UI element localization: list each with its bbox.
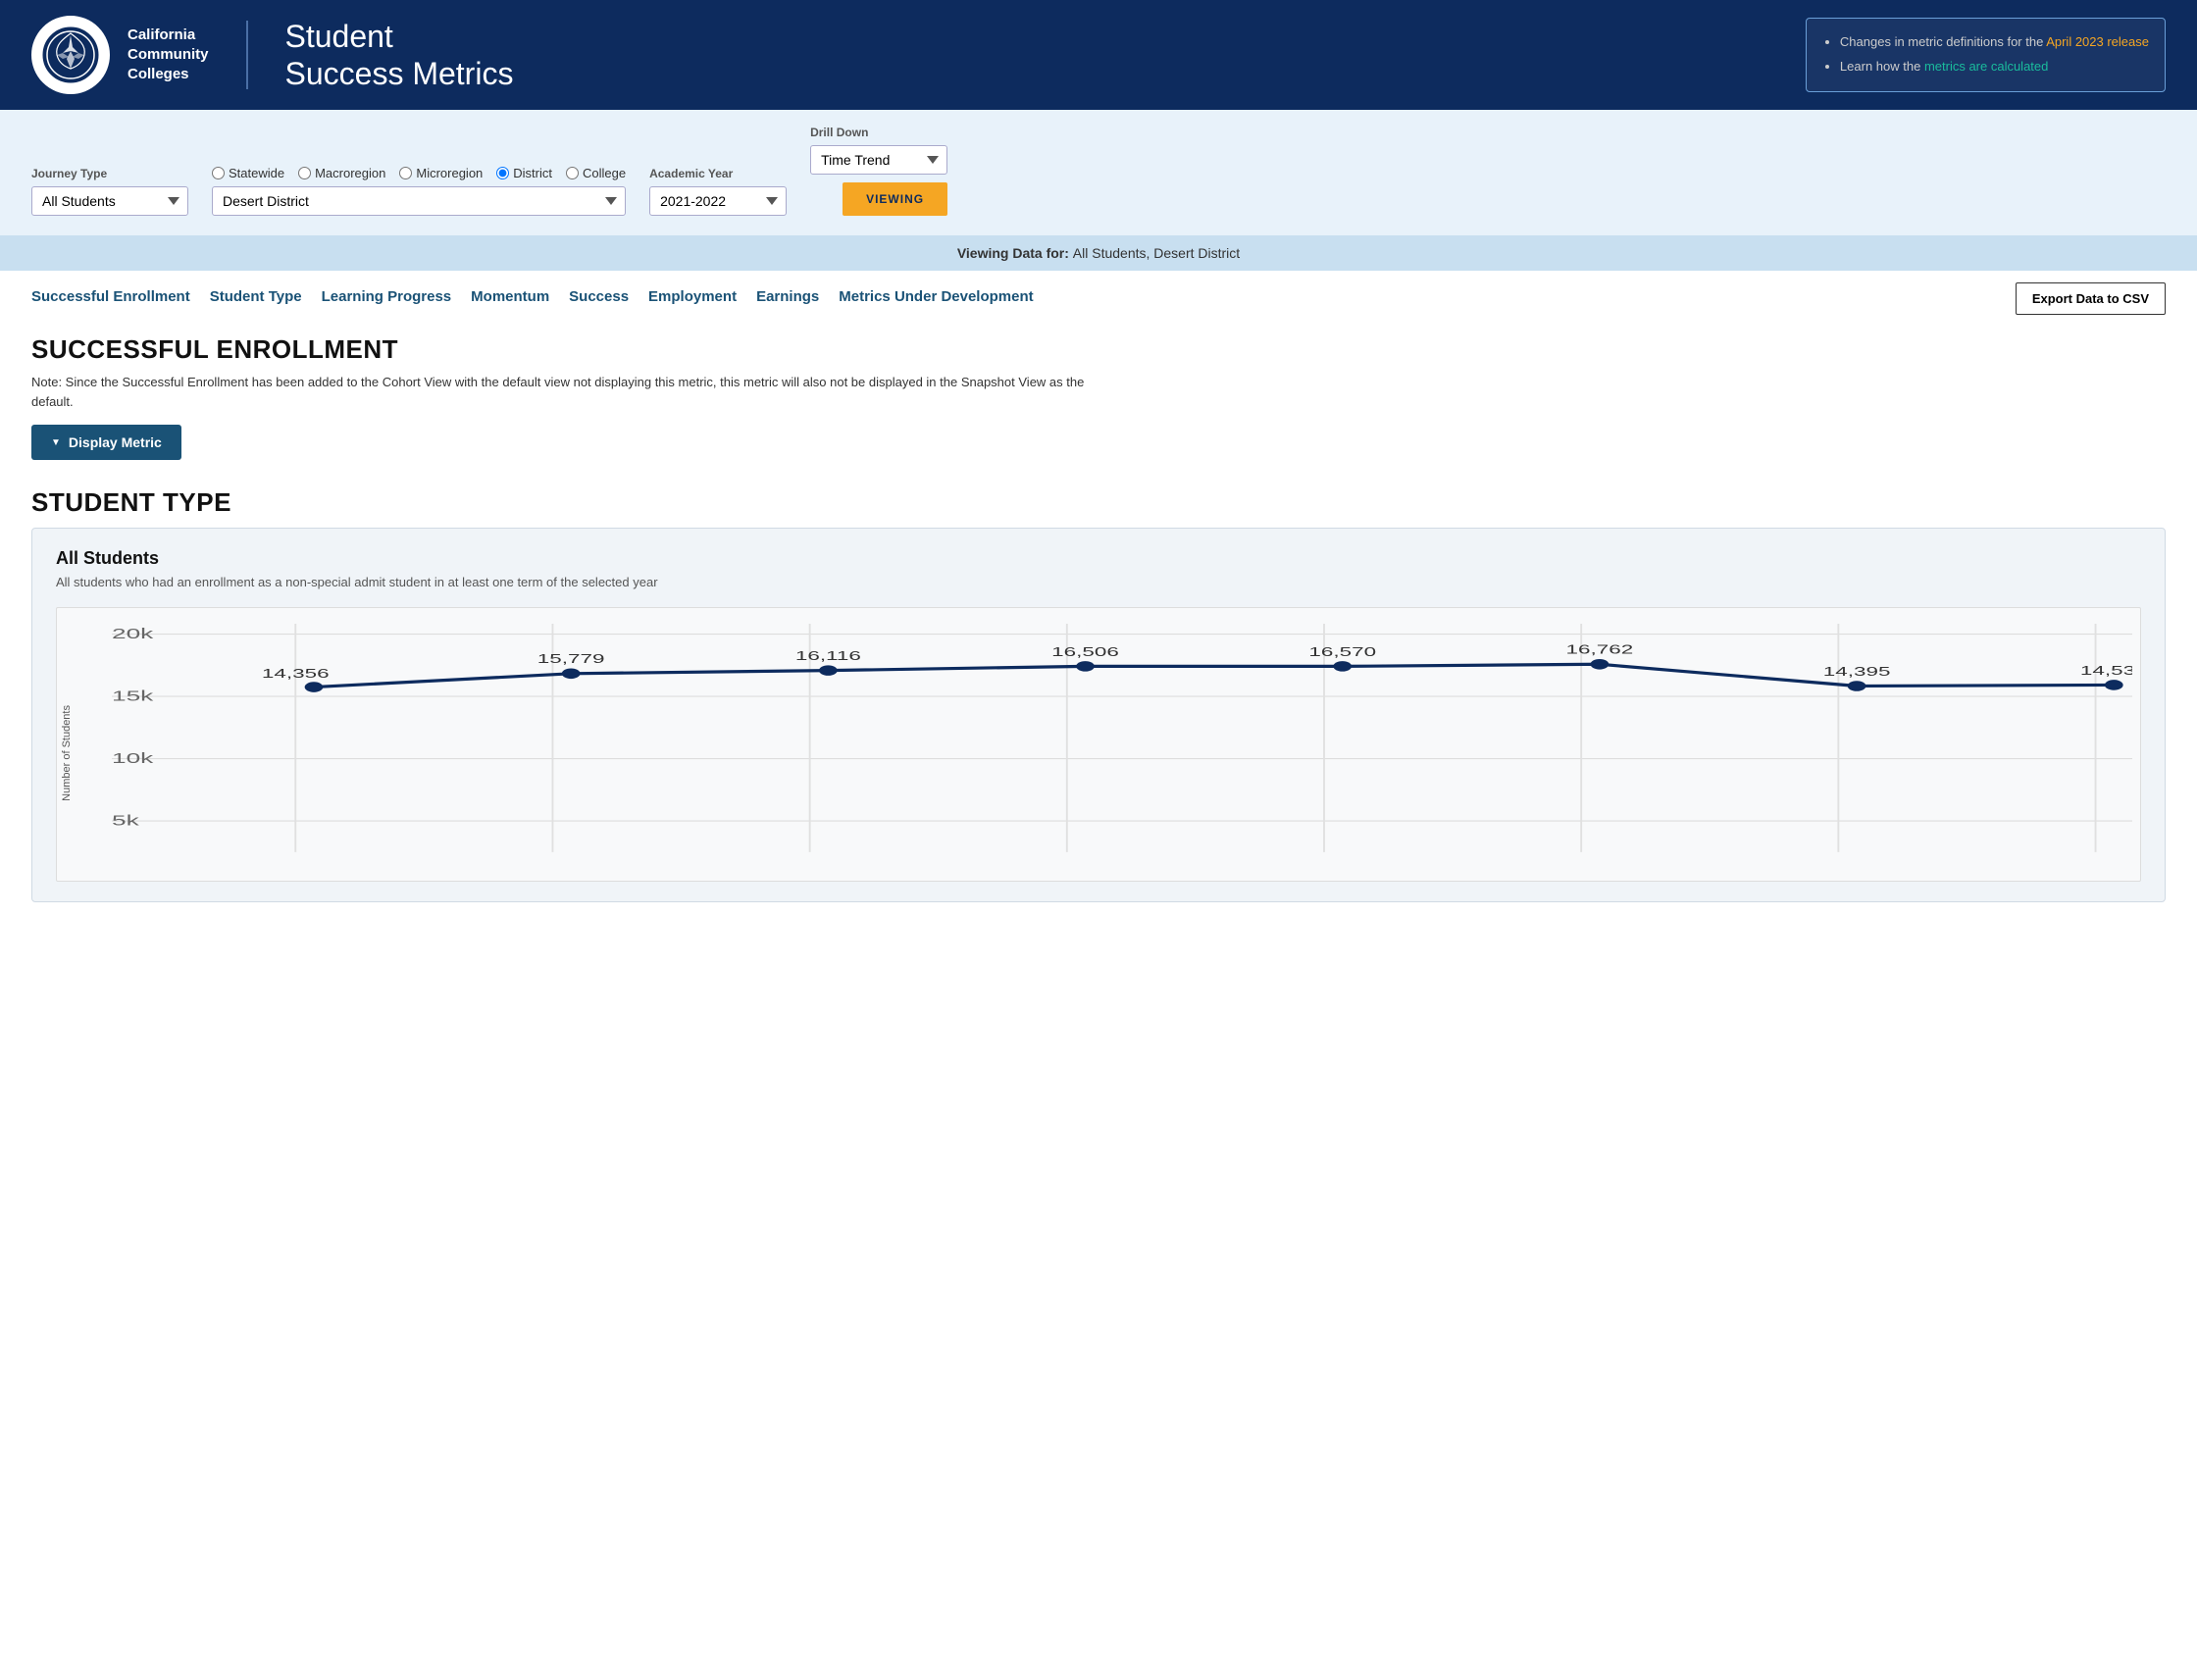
y-axis-label: Number of Students — [61, 705, 73, 801]
svg-text:20k: 20k — [112, 626, 154, 642]
display-metric-label: Display Metric — [69, 434, 162, 450]
logo — [31, 16, 110, 94]
header-notice: Changes in metric definitions for the Ap… — [1806, 18, 2166, 91]
data-point-1 — [562, 669, 581, 680]
tab-employment[interactable]: Employment — [648, 288, 737, 309]
site-title: Student Success Metrics — [285, 18, 514, 93]
april-release-link[interactable]: April 2023 release — [2046, 34, 2149, 49]
main-content: SUCCESSFUL ENROLLMENT Note: Since the Su… — [0, 315, 2197, 922]
scope-statewide-radio[interactable] — [212, 167, 225, 179]
drill-viewing-col: Drill Down Time Trend Equity Program VIE… — [810, 126, 947, 216]
data-point-0 — [305, 682, 324, 692]
scope-macroregion-label[interactable]: Macroregion — [298, 166, 385, 180]
scope-radio-group: Statewide Macroregion Microregion Distri… — [212, 166, 626, 180]
notice-line2: Learn how the metrics are calculated — [1840, 55, 2149, 79]
drill-down-select[interactable]: Time Trend Equity Program — [810, 145, 947, 175]
scope-college-label[interactable]: College — [566, 166, 626, 180]
tab-metrics-under-development[interactable]: Metrics Under Development — [839, 288, 1033, 309]
student-type-section: STUDENT TYPE All Students All students w… — [31, 487, 2166, 902]
academic-year-select[interactable]: 2021-2022 2020-2021 2019-2020 2018-2019 — [649, 186, 787, 216]
all-students-card: All Students All students who had an enr… — [31, 528, 2166, 902]
svg-text:16,506: 16,506 — [1051, 644, 1119, 659]
svg-text:16,116: 16,116 — [795, 648, 861, 663]
data-point-5 — [1591, 659, 1609, 670]
scope-district-label[interactable]: District — [496, 166, 552, 180]
scope-microregion-radio[interactable] — [399, 167, 412, 179]
svg-text:14,356: 14,356 — [262, 666, 330, 681]
scope-college-radio[interactable] — [566, 167, 579, 179]
student-type-title: STUDENT TYPE — [31, 487, 2166, 518]
svg-text:16,762: 16,762 — [1566, 642, 1634, 657]
tab-successful-enrollment[interactable]: Successful Enrollment — [31, 288, 190, 309]
chart-container: Number of Students 20k 15k 10k 5k — [56, 607, 2141, 882]
metrics-calculated-link[interactable]: metrics are calculated — [1924, 59, 2048, 74]
data-point-4 — [1333, 661, 1352, 672]
successful-enrollment-section: SUCCESSFUL ENROLLMENT Note: Since the Su… — [31, 334, 2166, 460]
scope-microregion-label[interactable]: Microregion — [399, 166, 483, 180]
export-csv-button[interactable]: Export Data to CSV — [2016, 282, 2166, 315]
viewing-bar: Viewing Data for: All Students, Desert D… — [0, 235, 2197, 271]
successful-enrollment-title: SUCCESSFUL ENROLLMENT — [31, 334, 2166, 365]
academic-year-group: Academic Year 2021-2022 2020-2021 2019-2… — [649, 167, 787, 216]
drill-down-group: Drill Down Time Trend Equity Program — [810, 126, 947, 175]
data-point-7 — [2105, 680, 2123, 690]
tab-learning-progress[interactable]: Learning Progress — [322, 288, 452, 309]
successful-enrollment-note: Note: Since the Successful Enrollment ha… — [31, 373, 1110, 411]
org-name: California Community Colleges — [128, 25, 209, 85]
chevron-down-icon: ▼ — [51, 437, 61, 448]
ccc-logo-icon — [41, 25, 100, 84]
viewing-button[interactable]: VIEWING — [843, 182, 947, 216]
tab-student-type[interactable]: Student Type — [210, 288, 302, 309]
data-point-6 — [1848, 681, 1866, 691]
chart-area: 20k 15k 10k 5k — [112, 624, 2132, 873]
header-left: California Community Colleges Student Su… — [31, 16, 513, 94]
svg-text:16,570: 16,570 — [1308, 644, 1376, 659]
drill-down-label: Drill Down — [810, 126, 947, 139]
data-point-2 — [819, 665, 838, 676]
page-header: California Community Colleges Student Su… — [0, 0, 2197, 110]
tab-earnings[interactable]: Earnings — [756, 288, 819, 309]
card-title: All Students — [56, 548, 2141, 569]
header-divider — [246, 21, 248, 89]
svg-text:5k: 5k — [112, 812, 139, 829]
scope-statewide-label[interactable]: Statewide — [212, 166, 284, 180]
svg-text:10k: 10k — [112, 750, 154, 767]
card-subtitle: All students who had an enrollment as a … — [56, 575, 2141, 589]
location-select[interactable]: Desert District Los Angeles District San… — [212, 186, 626, 216]
journey-type-label: Journey Type — [31, 167, 188, 180]
viewing-prefix: Viewing Data for: — [957, 245, 1073, 261]
display-metric-button[interactable]: ▼ Display Metric — [31, 425, 181, 460]
org-name-text: California Community Colleges — [128, 25, 209, 85]
svg-text:15,779: 15,779 — [537, 651, 605, 666]
notice-line1: Changes in metric definitions for the Ap… — [1840, 30, 2149, 55]
svg-text:15k: 15k — [112, 687, 154, 704]
nav-tabs: Successful Enrollment Student Type Learn… — [0, 271, 2197, 315]
tab-momentum[interactable]: Momentum — [471, 288, 549, 309]
journey-type-group: Journey Type All Students Transfer Caree… — [31, 167, 188, 216]
scope-macroregion-radio[interactable] — [298, 167, 311, 179]
nav-tabs-left: Successful Enrollment Student Type Learn… — [31, 288, 1053, 309]
chart-svg: 20k 15k 10k 5k — [112, 624, 2132, 873]
tab-success[interactable]: Success — [569, 288, 629, 309]
svg-text:14,395: 14,395 — [1823, 664, 1891, 679]
filter-bar: Journey Type All Students Transfer Caree… — [0, 110, 2197, 235]
svg-text:14,539: 14,539 — [2080, 663, 2132, 678]
data-point-3 — [1076, 661, 1095, 672]
scope-location-group: Statewide Macroregion Microregion Distri… — [212, 166, 626, 216]
academic-year-label: Academic Year — [649, 167, 787, 180]
viewing-value: All Students, Desert District — [1073, 245, 1240, 261]
scope-district-radio[interactable] — [496, 167, 509, 179]
journey-type-select[interactable]: All Students Transfer Career Education B… — [31, 186, 188, 216]
